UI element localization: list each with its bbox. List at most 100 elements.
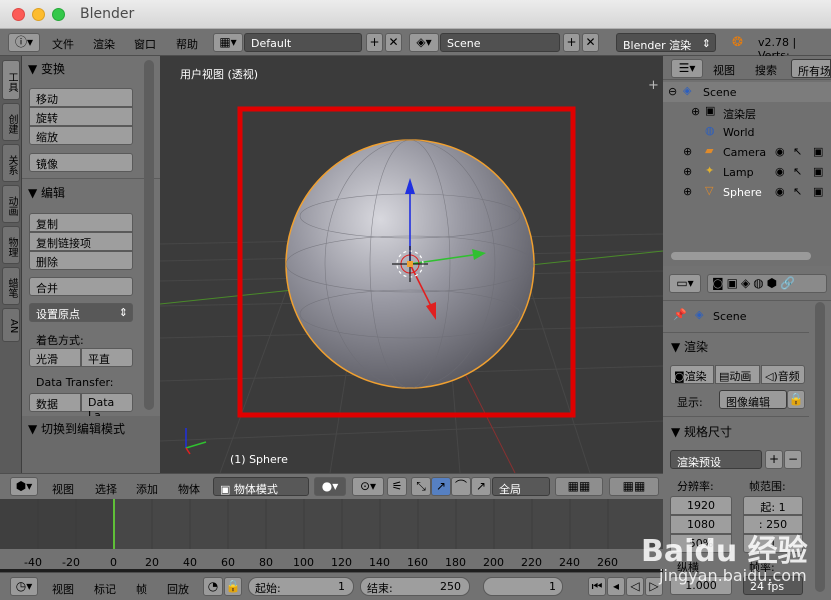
menu-window[interactable]: 窗口 xyxy=(134,36,156,52)
jump-keyframe-back-icon[interactable]: ◂ xyxy=(607,577,625,596)
join-button[interactable]: 合并 xyxy=(29,277,133,296)
view3d-menu-view[interactable]: 视图 xyxy=(52,481,74,497)
render-image-button[interactable]: ◙渲染 xyxy=(670,365,714,384)
duplicate-button[interactable]: 复制 xyxy=(29,213,133,232)
eye-icon[interactable]: ◉ xyxy=(775,185,785,198)
properties-editor-icon[interactable]: ▭▾ xyxy=(669,274,701,293)
editor-type-info-button[interactable]: ⓘ▾ xyxy=(8,33,40,52)
render-icon[interactable]: ▣ xyxy=(813,165,823,178)
view3d-menu-select[interactable]: 选择 xyxy=(95,481,117,497)
jump-start-icon[interactable]: ⏮ xyxy=(588,577,606,596)
set-origin-dropdown[interactable]: 设置原点 ⇕ xyxy=(29,303,133,322)
translate-manipulator-icon[interactable]: ⤡ xyxy=(411,477,431,496)
expand-icon[interactable]: ⊕ xyxy=(683,165,692,178)
scene-icon[interactable]: ◈▾ xyxy=(409,33,439,52)
outliner-row-camera[interactable]: ⊕ ▰ Camera ◉ ↖ ▣ xyxy=(663,142,831,162)
tab-grease-pencil[interactable]: 蜡笔 xyxy=(2,267,20,305)
tab-create[interactable]: 创建 xyxy=(2,103,20,141)
outliner-editor-icon[interactable]: ☰▾ xyxy=(671,59,703,78)
duplicate-linked-button[interactable]: 复制链接项 xyxy=(29,232,133,251)
frame-start-input[interactable]: 起始: 1 xyxy=(248,577,354,596)
data-layout-button[interactable]: Data La xyxy=(81,393,133,422)
dimensions-panel-header[interactable]: ▼ 规格尺寸 xyxy=(671,423,732,440)
render-icon[interactable]: ▣ xyxy=(813,185,823,198)
scale-manipulator-icon[interactable]: ↗ xyxy=(471,477,491,496)
screen-layout-field[interactable]: Default xyxy=(244,33,362,52)
outliner-row-render-layer[interactable]: ⊕ ▣ 渲染层 xyxy=(663,102,831,122)
frame-start-field[interactable]: 起: 1 xyxy=(743,496,803,515)
current-frame-input[interactable]: 1 xyxy=(483,577,563,596)
view3d-menu-add[interactable]: 添加 xyxy=(136,481,158,497)
shade-flat-button[interactable]: 平直 xyxy=(81,348,133,367)
translate-button[interactable]: 移动 xyxy=(29,88,133,107)
render-panel-header[interactable]: ▼ 渲染 xyxy=(671,338,708,355)
rotate-button[interactable]: 旋转 xyxy=(29,107,133,126)
properties-context-tabs[interactable]: ◙▣◈◍⬢🔗 xyxy=(707,274,827,293)
add-layout-button[interactable]: + xyxy=(366,33,383,52)
editor-type-3dview-icon[interactable]: ⬢▾ xyxy=(10,477,38,496)
render-preset-select[interactable]: 渲染预设 xyxy=(670,450,762,469)
outliner-filter-select[interactable]: 所有场 xyxy=(791,59,831,78)
add-preset-button[interactable]: + xyxy=(765,450,783,469)
transform-orientation-select[interactable]: 全局 xyxy=(492,477,550,496)
menu-help[interactable]: 帮助 xyxy=(176,36,198,52)
cursor-select-icon[interactable]: ↖ xyxy=(793,165,802,178)
tab-tools[interactable]: 工具 xyxy=(2,60,20,100)
resolution-x-field[interactable]: 1920 xyxy=(670,496,732,515)
timeline-menu-frame[interactable]: 帧 xyxy=(136,581,147,597)
outliner-menu-search[interactable]: 搜索 xyxy=(755,62,777,78)
collapse-icon[interactable]: ⊖ xyxy=(668,85,677,98)
timeline-menu-marker[interactable]: 标记 xyxy=(94,581,116,597)
eye-icon[interactable]: ◉ xyxy=(775,165,785,178)
lock-icon[interactable]: 🔒 xyxy=(224,577,242,596)
keying-set-icon[interactable]: ◔ xyxy=(203,577,223,596)
transform-panel-header[interactable]: ▼ 变换 xyxy=(28,60,65,77)
play-reverse-icon[interactable]: ◁ xyxy=(626,577,644,596)
remove-layout-button[interactable]: ✕ xyxy=(385,33,402,52)
minimize-window-button[interactable] xyxy=(32,8,45,21)
scene-field[interactable]: Scene xyxy=(440,33,560,52)
expand-icon[interactable]: ⊕ xyxy=(683,145,692,158)
maximize-window-button[interactable] xyxy=(52,8,65,21)
pin-icon[interactable]: 📌 xyxy=(673,308,687,321)
display-select[interactable]: 图像编辑 xyxy=(719,390,787,409)
toggle-edit-mode-header[interactable]: ▼ 切换到编辑模式 xyxy=(28,420,125,437)
cursor-select-icon[interactable]: ↖ xyxy=(793,145,802,158)
render-animation-button[interactable]: ▤动画 xyxy=(715,365,760,384)
edit-panel-header[interactable]: ▼ 编辑 xyxy=(28,184,65,201)
menu-file[interactable]: 文件 xyxy=(52,36,74,52)
curve-manipulator-icon[interactable]: ⌒ xyxy=(451,477,471,496)
manipulator-toggle-icon[interactable]: ⚟ xyxy=(387,477,407,496)
close-window-button[interactable] xyxy=(12,8,25,21)
menu-render[interactable]: 渲染 xyxy=(93,36,115,52)
timeline-menu-playback[interactable]: 回放 xyxy=(167,581,189,597)
mirror-button[interactable]: 镜像 xyxy=(29,153,133,172)
pivot-point-icon[interactable]: ⊙▾ xyxy=(352,477,384,496)
outliner-row-world[interactable]: ◍ World xyxy=(663,122,831,142)
3d-viewport[interactable]: 用户视图 (透视) (1) Sphere + xyxy=(160,56,663,473)
rotate-manipulator-icon[interactable]: ↗ xyxy=(431,477,451,496)
play-icon[interactable]: ▷ xyxy=(645,577,663,596)
timeline-menu-view[interactable]: 视图 xyxy=(52,581,74,597)
viewport-shading-select[interactable]: ●▾ xyxy=(314,477,346,496)
view3d-menu-object[interactable]: 物体 xyxy=(178,481,200,497)
cursor-select-icon[interactable]: ↖ xyxy=(793,185,802,198)
interaction-mode-select[interactable]: ▣ 物体模式 xyxy=(213,477,309,496)
properties-scrollbar[interactable] xyxy=(815,302,825,592)
remove-preset-button[interactable]: − xyxy=(784,450,802,469)
editor-type-timeline-icon[interactable]: ◷▾ xyxy=(10,577,38,596)
expand-icon[interactable]: ⊕ xyxy=(691,105,700,118)
add-region-plus-icon[interactable]: + xyxy=(648,78,659,93)
outliner-menu-view[interactable]: 视图 xyxy=(713,62,735,78)
tool-shelf-scrollbar[interactable] xyxy=(144,60,154,410)
layer-buttons-a[interactable]: ▦▦ xyxy=(555,477,603,496)
add-scene-button[interactable]: + xyxy=(563,33,580,52)
shade-smooth-button[interactable]: 光滑 xyxy=(29,348,81,367)
fps-select[interactable]: 24 fps xyxy=(743,576,803,595)
data-transfer-button[interactable]: 数据 xyxy=(29,393,81,412)
outliner-row-lamp[interactable]: ⊕ ✦ Lamp ◉ ↖ ▣ xyxy=(663,162,831,182)
screen-layout-icon[interactable]: ▦▾ xyxy=(213,33,243,52)
remove-scene-button[interactable]: ✕ xyxy=(582,33,599,52)
scale-button[interactable]: 缩放 xyxy=(29,126,133,145)
eye-icon[interactable]: ◉ xyxy=(775,145,785,158)
